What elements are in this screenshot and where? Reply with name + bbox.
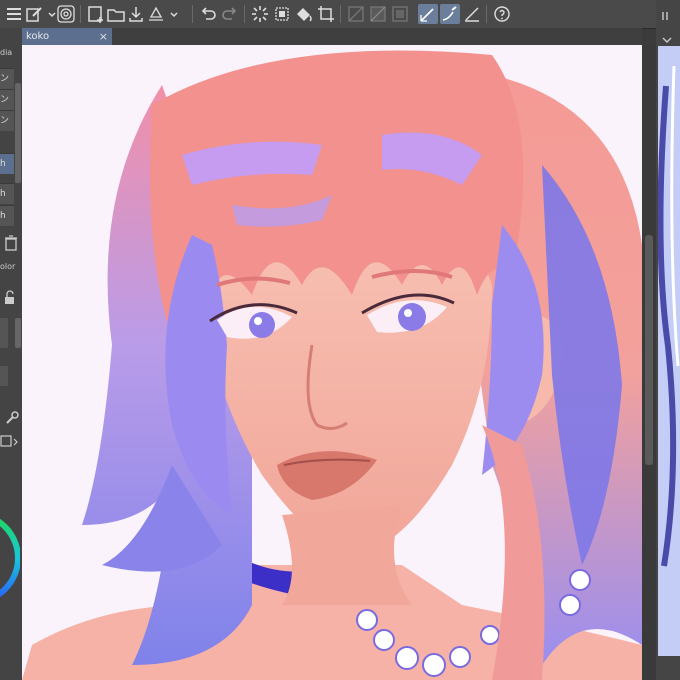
export-icon[interactable] <box>146 4 166 24</box>
crop-icon[interactable] <box>316 4 336 24</box>
transform-icon[interactable] <box>272 4 292 24</box>
toolbar-separator <box>192 5 193 23</box>
fill-icon[interactable] <box>294 4 314 24</box>
menu-icon[interactable] <box>4 4 24 24</box>
sub-tool-item[interactable]: ン <box>0 68 14 89</box>
drawing-canvas[interactable] <box>22 45 642 680</box>
grid-off-icon[interactable] <box>346 4 366 24</box>
sub-tool-item[interactable]: ン <box>0 89 14 110</box>
spiral-icon[interactable] <box>56 4 76 24</box>
ruler-off-icon[interactable] <box>368 4 388 24</box>
tab-title: koko <box>26 31 50 42</box>
navigator-preview[interactable] <box>658 46 680 656</box>
right-navigator-panel <box>656 0 680 680</box>
undo-icon[interactable] <box>198 4 218 24</box>
new-canvas-icon[interactable] <box>86 4 106 24</box>
panel-scrollbar[interactable] <box>15 318 21 348</box>
sub-tool-item[interactable]: h <box>0 205 14 226</box>
layer-off-icon[interactable] <box>390 4 410 24</box>
panel-scrollbar[interactable] <box>15 83 21 183</box>
help-icon[interactable] <box>492 4 512 24</box>
left-palette-panel: dia ン ン ン h h h olor <box>0 28 22 680</box>
stabilizer-icon[interactable] <box>440 4 460 24</box>
pen-pressure-icon[interactable] <box>418 4 438 24</box>
palette-icon[interactable] <box>0 432 20 447</box>
trash-icon[interactable] <box>4 235 18 251</box>
panel-header-label: dia <box>0 48 13 57</box>
stepper-control[interactable] <box>0 318 8 348</box>
canvas-vertical-scrollbar[interactable] <box>642 45 656 680</box>
toolbar-separator <box>486 5 487 23</box>
wrench-icon[interactable] <box>4 410 20 426</box>
setting-control[interactable] <box>0 366 8 386</box>
chevron-down-icon[interactable] <box>660 30 674 43</box>
loading-icon[interactable] <box>250 4 270 24</box>
edit-file-icon[interactable] <box>24 4 44 24</box>
sub-tool-item[interactable]: h <box>0 183 14 204</box>
close-icon[interactable]: × <box>99 28 108 45</box>
sub-tool-item[interactable]: ン <box>0 110 14 131</box>
sub-tool-item-selected[interactable]: h <box>0 153 14 174</box>
toolbar-separator <box>244 5 245 23</box>
document-tab-bar: koko × <box>22 28 642 45</box>
chevron-down-icon[interactable] <box>42 4 56 24</box>
color-wheel[interactable] <box>0 508 21 608</box>
tab-koko[interactable]: koko × <box>22 28 112 45</box>
open-folder-icon[interactable] <box>106 4 126 24</box>
scrollbar-thumb[interactable] <box>645 235 653 465</box>
save-icon[interactable] <box>126 4 146 24</box>
toolbar-separator <box>340 5 341 23</box>
toolbar-separator <box>80 5 81 23</box>
redo-icon[interactable] <box>220 4 240 24</box>
chevron-down-icon[interactable] <box>164 4 178 24</box>
main-toolbar <box>0 0 680 29</box>
panel-toggle-icon[interactable] <box>660 8 674 22</box>
artwork-illustration <box>22 50 642 680</box>
vector-icon[interactable] <box>462 4 482 24</box>
color-panel-label: olor <box>0 262 16 271</box>
lock-icon[interactable] <box>2 290 20 306</box>
